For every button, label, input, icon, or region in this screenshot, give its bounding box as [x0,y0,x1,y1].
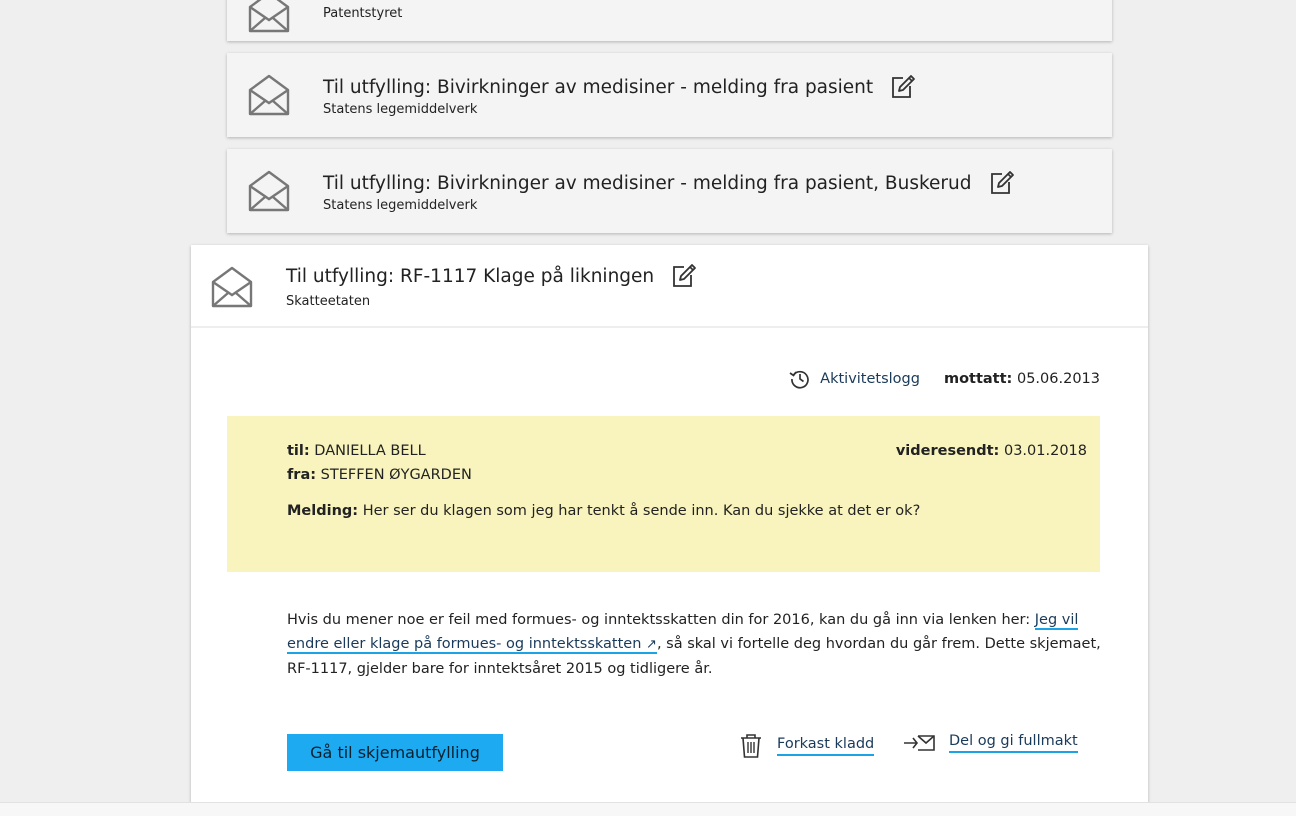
message-sender: Patentstyret [323,6,403,21]
to-label: til: [287,443,310,459]
envelope-open-icon [248,0,290,33]
note-message: Melding: Her ser du klagen som jeg har t… [287,503,920,519]
message-label: Melding: [287,503,359,519]
edit-icon [892,75,916,98]
discard-draft-label[interactable]: Forkast kladd [777,736,875,756]
bottom-bar [0,802,1296,816]
message-meta: Aktivitetslogg mottatt: 05.06.2013 [788,367,1100,391]
envelope-open-icon [248,170,290,212]
envelope-open-icon [211,266,253,308]
message-card[interactable]: Til utfylling: Bivirkninger av medisiner… [227,149,1112,233]
message-title[interactable]: Til utfylling: Bivirkninger av medisiner… [323,77,873,98]
send-envelope-icon [904,735,935,751]
open-message-panel: Til utfylling: RF-1117 Klage på likninge… [191,245,1148,815]
note-forwarded: videresendt: 03.01.2018 [896,443,1087,459]
body-text-before: Hvis du mener noe er feil med formues- o… [287,612,1035,628]
share-delegate-button[interactable]: Del og gi fullmakt [903,733,1078,753]
message-title[interactable]: Til utfylling: RF-1117 Klage på likninge… [286,266,654,287]
history-icon[interactable] [788,367,812,391]
open-message-header[interactable]: Til utfylling: RF-1117 Klage på likninge… [191,245,1148,328]
from-label: fra: [287,467,317,483]
message-text: Her ser du klagen som jeg har tenkt å se… [362,503,921,519]
message-body: Hvis du mener noe er feil med formues- o… [287,608,1102,681]
external-link-icon: ↗ [646,637,657,652]
message-card[interactable]: Til utfylling: Bivirkninger av medisiner… [227,53,1112,137]
forward-note: til: DANIELLA BELL fra: STEFFEN ØYGARDEN… [227,416,1100,572]
message-sender: Statens legemiddelverk [323,102,478,117]
message-title[interactable]: Til utfylling: Bivirkninger av medisiner… [323,173,972,194]
forwarded-label: videresendt: [895,443,1000,459]
message-sender: Skatteetaten [286,294,371,309]
activity-log-link[interactable]: Aktivitetslogg [820,371,920,387]
edit-icon [990,171,1014,194]
edit-icon [673,264,697,287]
trash-icon [741,734,761,758]
message-sender: Statens legemiddelverk [323,198,478,213]
message-card[interactable]: Patentstyret [227,0,1112,41]
note-to: til: DANIELLA BELL [287,443,426,459]
from-value: STEFFEN ØYGARDEN [320,467,472,483]
discard-draft-button[interactable]: Forkast kladd [739,733,875,759]
received-date: 05.06.2013 [1016,371,1100,387]
envelope-open-icon [248,74,290,116]
fill-form-button[interactable]: Gå til skjemautfylling [287,734,503,771]
to-value: DANIELLA BELL [314,443,426,459]
share-delegate-label[interactable]: Del og gi fullmakt [949,733,1078,753]
received-label: mottatt: [943,371,1013,387]
note-from: fra: STEFFEN ØYGARDEN [287,467,472,483]
forwarded-date: 03.01.2018 [1003,443,1087,459]
